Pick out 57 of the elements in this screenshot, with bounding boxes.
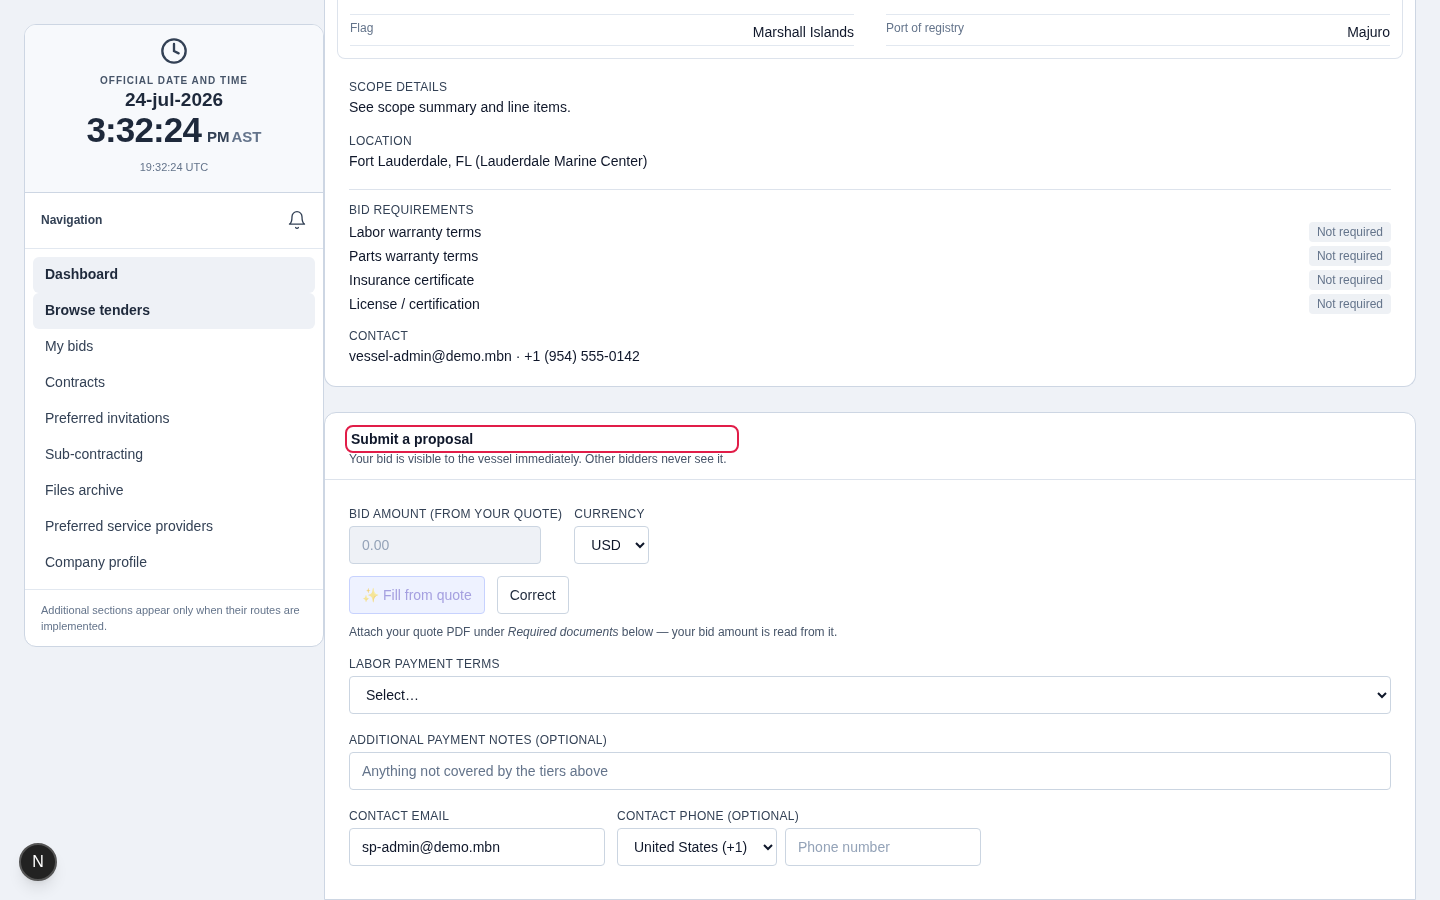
date-text: 24-jul-2026: [124, 88, 224, 112]
nav-item[interactable]: Browse tenders: [33, 292, 315, 329]
field-label: BID AMOUNT (FROM YOUR QUOTE): [349, 506, 563, 522]
field-label: CURRENCY: [574, 506, 646, 522]
clock-label: OFFICIAL DATE AND TIME: [100, 74, 248, 88]
phone-field[interactable]: Phone number: [785, 828, 981, 866]
status-badge: Not required: [1308, 270, 1391, 290]
nav-item[interactable]: Preferred invitations: [33, 400, 315, 437]
section-value: Fort Lauderdale, FL (Lauderdale Marine Center): [349, 152, 649, 171]
field-value: Marshall Islands: [752, 23, 854, 42]
section-value: See scope summary and line items.: [349, 98, 572, 117]
dev-tools-badge[interactable]: N: [19, 843, 57, 881]
requirement-name: Parts warranty terms: [349, 246, 479, 266]
navigation-heading: Navigation: [41, 212, 103, 229]
field-label: LABOR PAYMENT TERMS: [349, 656, 501, 672]
correct-button[interactable]: Correct: [496, 576, 569, 614]
nav-item[interactable]: Contracts: [33, 364, 315, 401]
nav-item[interactable]: Preferred service providers: [33, 508, 315, 545]
requirement-name: Labor warranty terms: [349, 222, 482, 242]
sparkles-icon: ✨: [362, 584, 379, 606]
section-label: CONTACT: [349, 328, 410, 344]
utc-time: 19:32:24 UTC: [139, 160, 209, 175]
notes-field[interactable]: Anything not covered by the tiers above: [349, 752, 1391, 790]
status-badge: Not required: [1308, 246, 1391, 266]
proposal-title: Submit a proposal: [345, 425, 739, 453]
requirement-name: License / certification: [349, 294, 480, 314]
time-text: 3:32:24: [86, 112, 201, 148]
field-value: Majuro: [1347, 23, 1390, 42]
nav-item[interactable]: My bids: [33, 328, 315, 365]
labor-terms-select[interactable]: Select…: [349, 676, 1391, 714]
meridiem-text: PM: [207, 127, 230, 147]
section-label: LOCATION: [349, 133, 413, 149]
status-badge: Not required: [1308, 294, 1391, 314]
timezone-text: AST: [231, 127, 262, 147]
nav-item[interactable]: Sub-contracting: [33, 436, 315, 473]
email-field[interactable]: sp-admin@demo.mbn: [349, 828, 605, 866]
field-label: CONTACT EMAIL: [349, 808, 451, 824]
currency-select[interactable]: USD: [574, 526, 650, 564]
field-label: Port of registry: [886, 20, 965, 37]
field-label: Flag: [350, 20, 374, 37]
status-badge: Not required: [1308, 222, 1391, 242]
nav-item[interactable]: Files archive: [33, 472, 315, 509]
nav-item[interactable]: Dashboard: [33, 256, 315, 293]
field-label: CONTACT PHONE (OPTIONAL): [617, 808, 801, 824]
proposal-subtitle: Your bid is visible to the vessel immediately. Other bidders never see it.: [349, 451, 728, 467]
clock-icon: [160, 37, 188, 65]
field-label: ADDITIONAL PAYMENT NOTES (OPTIONAL): [349, 732, 609, 748]
nav-item[interactable]: Company profile: [33, 544, 315, 581]
section-label: SCOPE DETAILS: [349, 79, 449, 95]
requirement-name: Insurance certificate: [349, 270, 475, 290]
bell-icon[interactable]: [287, 210, 307, 230]
section-value: vessel-admin@demo.mbn · +1 (954) 555-0142: [349, 347, 641, 366]
sidebar-note: Additional sections appear only when their routes are implemented.: [40, 602, 301, 634]
button-label: Fill from quote: [383, 585, 472, 605]
section-label: BID REQUIREMENTS: [349, 202, 475, 218]
hint-text: Attach your quote PDF under Required documents below — your bid amount is read from it.: [349, 624, 839, 640]
country-code-select[interactable]: United States (+1): [617, 828, 777, 866]
